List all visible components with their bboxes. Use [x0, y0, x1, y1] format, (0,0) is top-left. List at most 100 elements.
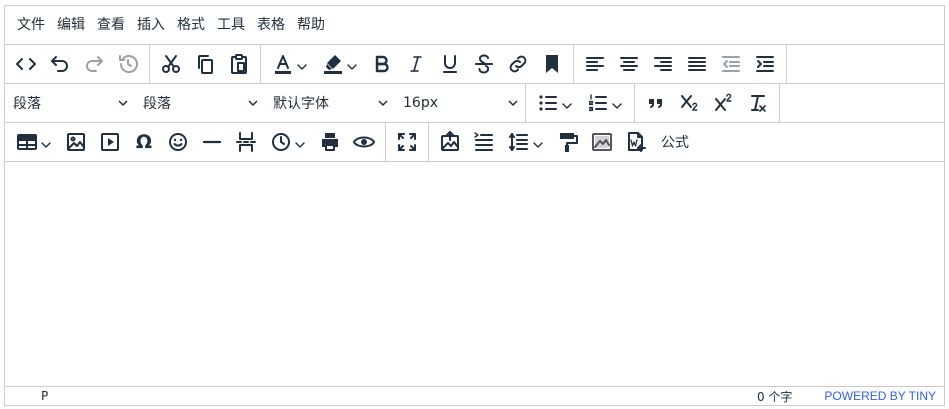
- import-word-button[interactable]: [619, 127, 653, 157]
- align-center-button[interactable]: [612, 49, 646, 79]
- print-button[interactable]: [313, 127, 347, 157]
- insert-datetime-button[interactable]: [263, 127, 313, 157]
- numbered-list-icon: [588, 94, 607, 112]
- chevron-down-icon: [41, 137, 51, 148]
- subscript-icon: [681, 95, 698, 111]
- toolbar-filler: [780, 84, 944, 122]
- strikethrough-icon: [475, 54, 493, 74]
- font-family-select-value: 默认字体: [273, 96, 329, 112]
- indent-button[interactable]: [748, 49, 782, 79]
- statusbar: P 0 个字 POWERED BY TINY: [5, 386, 944, 405]
- toolbar-group-misc-format: [635, 84, 780, 122]
- format-select-value: 段落: [143, 96, 171, 112]
- code-button[interactable]: [9, 49, 43, 79]
- redo-button[interactable]: [77, 49, 111, 79]
- page-break-icon: [236, 132, 256, 152]
- special-char-button[interactable]: Ω: [127, 127, 161, 157]
- word-count[interactable]: 0 个字: [757, 388, 792, 405]
- editor-content-area[interactable]: [5, 162, 944, 386]
- font-size-select-value: 16px: [403, 95, 438, 111]
- image-button[interactable]: [59, 127, 93, 157]
- menu-view[interactable]: 查看: [91, 11, 131, 39]
- blocks-select-value: 段落: [13, 96, 41, 112]
- italic-icon: [410, 56, 422, 72]
- chevron-down-icon: [295, 137, 305, 148]
- align-right-button[interactable]: [646, 49, 680, 79]
- bookmark-button[interactable]: [535, 49, 569, 79]
- line-height-button[interactable]: [501, 127, 551, 157]
- outdent-button[interactable]: [714, 49, 748, 79]
- format-painter-button[interactable]: [551, 127, 585, 157]
- line-indent-icon: [474, 132, 493, 151]
- formula-button[interactable]: 公式: [653, 127, 697, 157]
- fullscreen-icon: [398, 133, 416, 151]
- chevron-down-icon: [297, 59, 307, 70]
- superscript-icon: [715, 93, 732, 111]
- image-gallery-icon: [592, 133, 612, 151]
- blockquote-button[interactable]: [639, 88, 673, 118]
- menu-format[interactable]: 格式: [171, 11, 211, 39]
- format-select[interactable]: 段落: [135, 88, 265, 118]
- horizontal-rule-button[interactable]: [195, 127, 229, 157]
- numbered-list-button[interactable]: [580, 88, 630, 118]
- media-button[interactable]: [93, 127, 127, 157]
- blocks-select[interactable]: 段落: [5, 88, 135, 118]
- element-path[interactable]: P: [41, 389, 48, 403]
- toolbar-group-alignment: [574, 45, 787, 83]
- remove-format-button[interactable]: [741, 88, 775, 118]
- menu-help[interactable]: 帮助: [291, 11, 331, 39]
- italic-button[interactable]: [399, 49, 433, 79]
- text-color-button[interactable]: [265, 49, 315, 79]
- align-justify-icon: [688, 57, 706, 71]
- highlight-color-button[interactable]: [315, 49, 365, 79]
- bullet-list-button[interactable]: [530, 88, 580, 118]
- subscript-button[interactable]: [673, 88, 707, 118]
- font-size-select[interactable]: 16px: [395, 88, 525, 118]
- page-break-button[interactable]: [229, 127, 263, 157]
- import-word-icon: [628, 132, 646, 152]
- horizontal-rule-icon: [202, 140, 222, 144]
- copy-icon: [198, 55, 213, 74]
- format-painter-icon: [560, 133, 578, 152]
- toolbar-group-view: [386, 123, 429, 161]
- menu-insert[interactable]: 插入: [131, 11, 171, 39]
- chevron-down-icon: [508, 100, 518, 107]
- align-center-icon: [620, 57, 638, 71]
- align-left-button[interactable]: [578, 49, 612, 79]
- table-button[interactable]: [9, 127, 59, 157]
- undo-button[interactable]: [43, 49, 77, 79]
- toolbar-row-2: 段落 段落 默认字体 16px: [5, 84, 944, 123]
- cut-button[interactable]: [154, 49, 188, 79]
- restore-draft-button[interactable]: [111, 49, 145, 79]
- menu-edit[interactable]: 编辑: [51, 11, 91, 39]
- bold-icon: [375, 55, 389, 73]
- fullscreen-button[interactable]: [390, 127, 424, 157]
- link-button[interactable]: [501, 49, 535, 79]
- superscript-button[interactable]: [707, 88, 741, 118]
- branding-link[interactable]: POWERED BY TINY: [824, 389, 936, 403]
- bullet-list-icon: [539, 95, 557, 111]
- font-family-select[interactable]: 默认字体: [265, 88, 395, 118]
- align-justify-button[interactable]: [680, 49, 714, 79]
- outdent-icon: [722, 56, 740, 72]
- image-upload-button[interactable]: [433, 127, 467, 157]
- bold-button[interactable]: [365, 49, 399, 79]
- paste-button[interactable]: [222, 49, 256, 79]
- image-gallery-button[interactable]: [585, 127, 619, 157]
- omega-icon: Ω: [135, 130, 153, 153]
- toolbar-group-clipboard: [150, 45, 261, 83]
- redo-icon: [86, 56, 103, 72]
- toolbar-filler: [701, 123, 944, 161]
- menu-tools[interactable]: 工具: [211, 11, 251, 39]
- strikethrough-button[interactable]: [467, 49, 501, 79]
- underline-button[interactable]: [433, 49, 467, 79]
- emoticons-button[interactable]: [161, 127, 195, 157]
- preview-button[interactable]: [347, 127, 381, 157]
- line-indent-button[interactable]: [467, 127, 501, 157]
- code-icon: [16, 58, 36, 70]
- menu-file[interactable]: 文件: [11, 11, 51, 39]
- menu-table[interactable]: 表格: [251, 11, 291, 39]
- copy-button[interactable]: [188, 49, 222, 79]
- chevron-down-icon: [378, 100, 388, 107]
- line-height-icon: [509, 133, 528, 151]
